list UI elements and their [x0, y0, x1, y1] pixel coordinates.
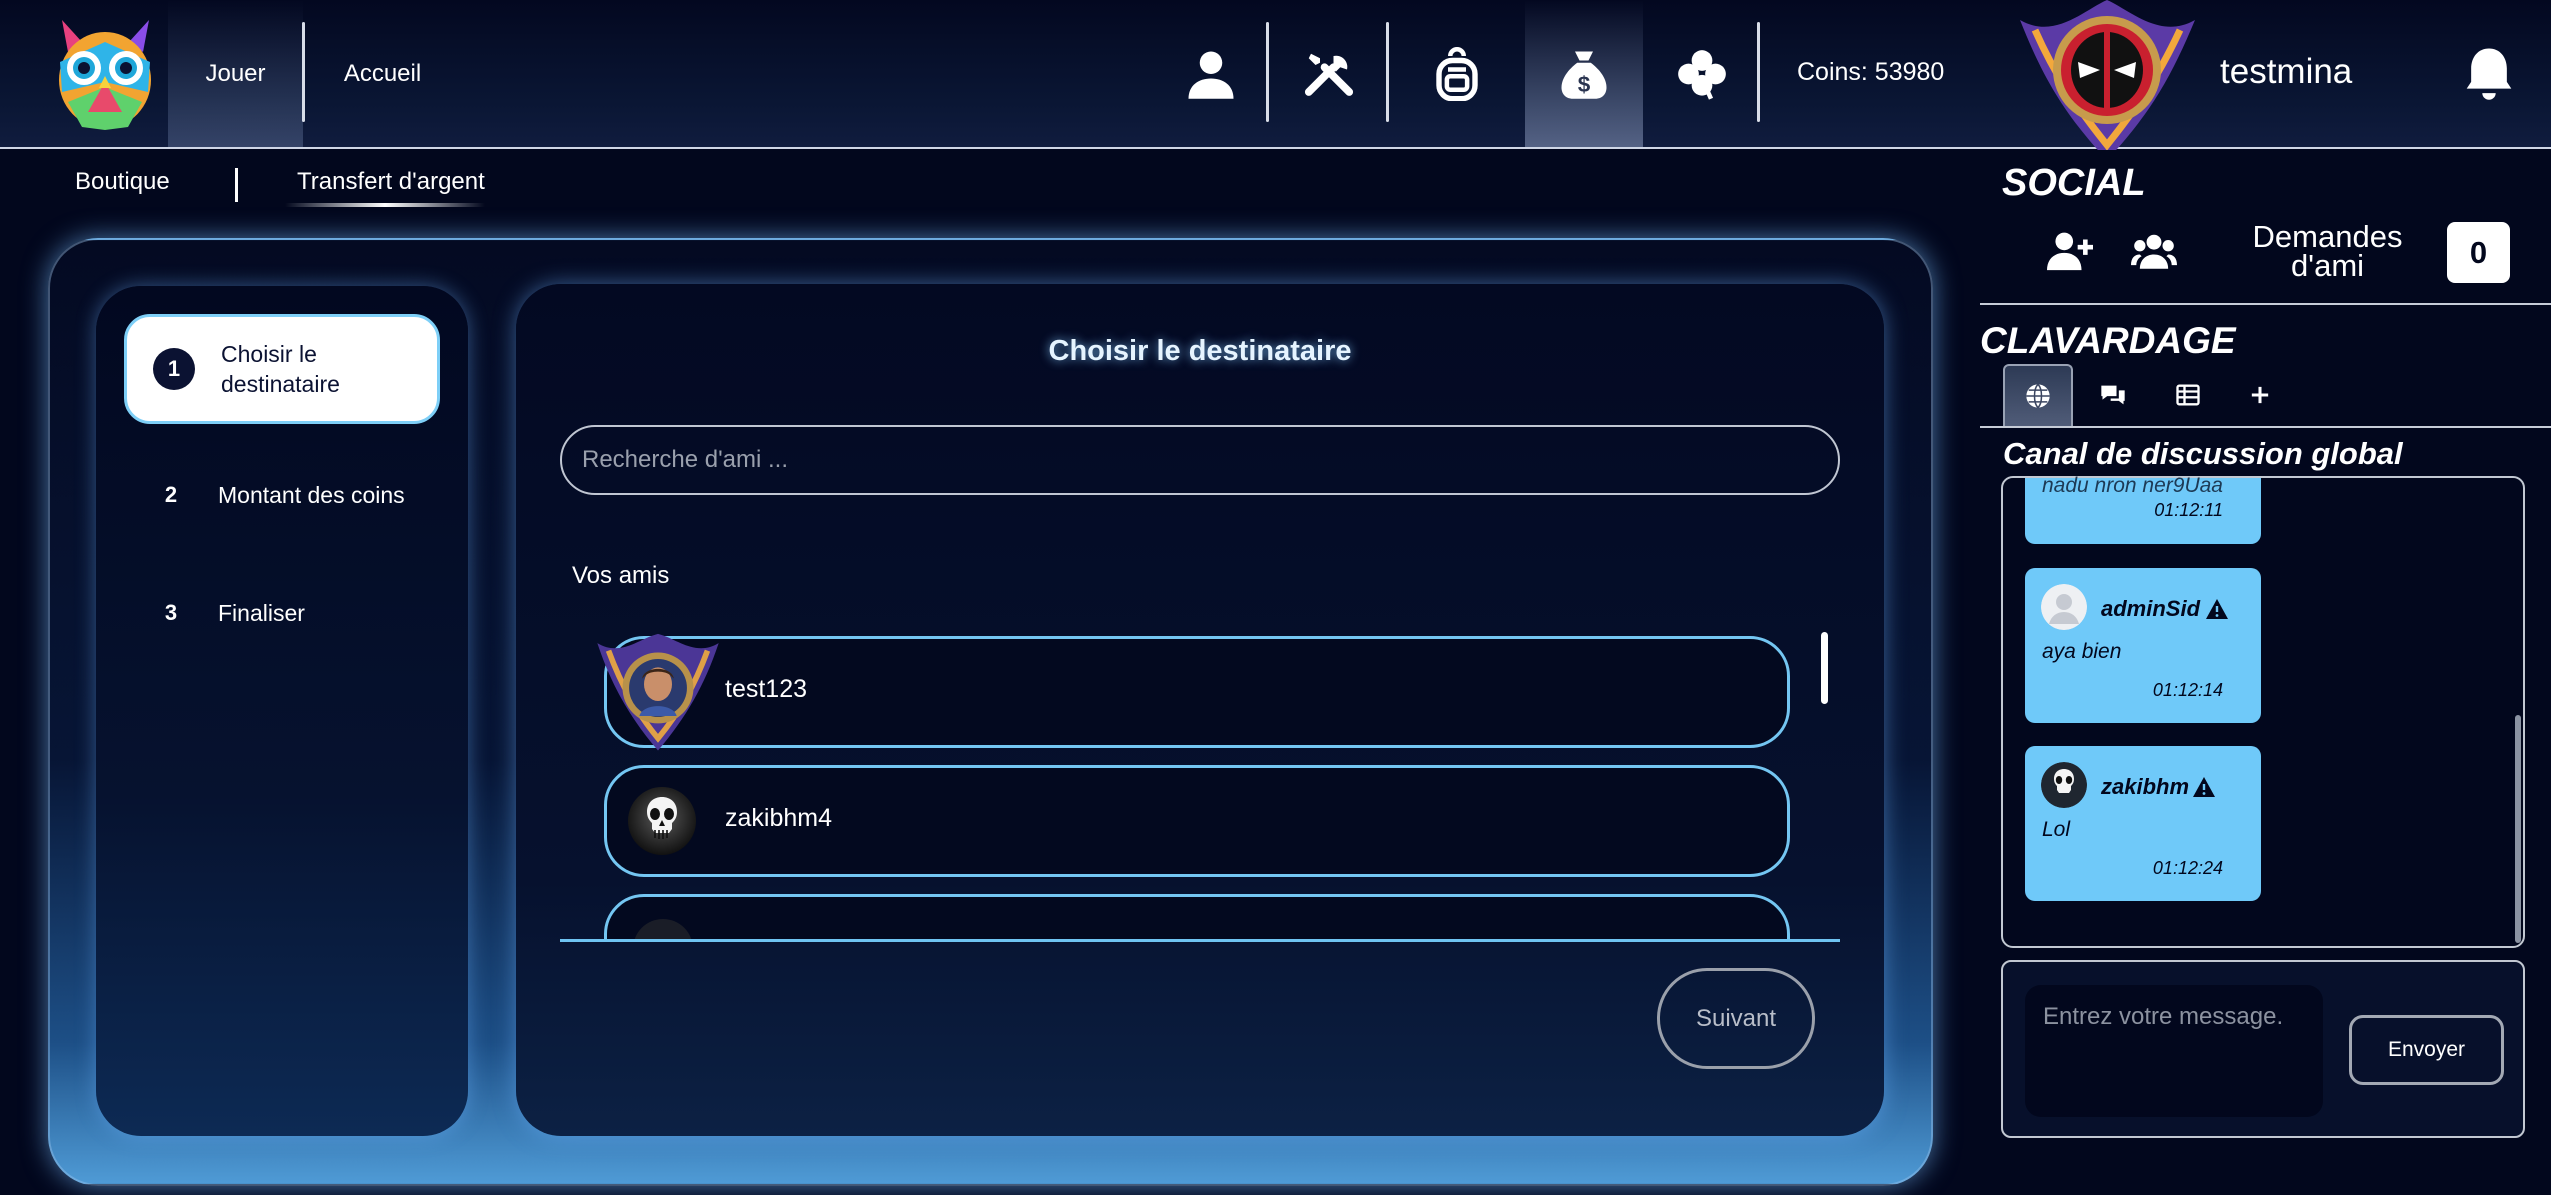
user-icon [1188, 51, 1234, 99]
skull-avatar-icon [628, 787, 696, 855]
default-avatar-icon [2041, 584, 2087, 630]
tab-conversations[interactable] [2078, 364, 2148, 426]
tab-new-channel[interactable] [2225, 364, 2295, 426]
message-time: 01:12:24 [2152, 858, 2223, 878]
message-username[interactable]: zakibhm [2101, 774, 2189, 800]
nav-tab-home-label: Accueil [343, 59, 422, 87]
friend-row[interactable]: test123 [604, 636, 1790, 748]
friend-name: zakibhm4 [725, 804, 832, 832]
step-number: 3 [164, 600, 178, 625]
friend-requests-label[interactable]: Demandes d'ami [2230, 221, 2425, 281]
friends-icon[interactable] [2131, 228, 2177, 274]
friend-requests-count: 0 [2447, 222, 2510, 283]
chat-message: zakibhm Lol 01:12:24 [2025, 746, 2261, 901]
username: testmina [2220, 52, 2353, 91]
panel-title: Choisir le destinataire [1048, 335, 1352, 367]
add-friend-icon[interactable] [2047, 228, 2093, 274]
step-label: Finaliser [218, 600, 305, 626]
friends-label: Vos amis [572, 562, 670, 589]
subnav-transfer[interactable]: Transfert d'argent [297, 168, 485, 196]
coins-balance: Coins: 53980 [1797, 58, 1945, 86]
message-time: 01:12:14 [2152, 680, 2223, 700]
message-input[interactable] [2025, 985, 2323, 1117]
friend-search-input[interactable] [560, 425, 1840, 495]
chat-scrollbar[interactable] [2515, 715, 2521, 943]
nav-tab-home[interactable]: Accueil [320, 0, 445, 147]
tools-icon [1304, 53, 1354, 96]
bell-icon[interactable] [2462, 44, 2516, 102]
divider [1266, 22, 1269, 122]
divider [1386, 22, 1389, 122]
social-title: SOCIAL [2002, 162, 2146, 204]
clover-icon-button[interactable] [1643, 0, 1761, 147]
message-time: 01:12:11 [2154, 500, 2223, 520]
money-bag-icon-button[interactable]: $ [1525, 0, 1643, 147]
top-bar: Jouer Accueil $ Coins: 53980 testmina [0, 0, 2551, 160]
divider [1980, 426, 2551, 428]
user-icon-button[interactable] [1152, 0, 1270, 147]
svg-text:$: $ [1578, 72, 1591, 97]
clover-icon [1678, 49, 1726, 100]
chat-message: adminSid aya bien 01:12:14 [2025, 568, 2261, 723]
message-username[interactable]: adminSid [2101, 596, 2200, 622]
nav-tab-play-label: Jouer [205, 59, 266, 87]
step-number: 2 [164, 482, 178, 507]
chat-message: nadu nron ner9Uaa 01:12:11 [2025, 474, 2261, 544]
step-amount[interactable]: 2 Montant des coins [124, 440, 440, 550]
next-button[interactable]: Suivant [1657, 968, 1815, 1069]
rank-avatar [597, 633, 719, 751]
chat-bubbles-icon [2101, 385, 2125, 405]
message-text: Lol [2042, 818, 2071, 841]
message-text: nadu nron ner9Uaa [2042, 474, 2223, 497]
send-button[interactable]: Envoyer [2349, 1015, 2504, 1085]
message-text: aya bien [2042, 640, 2122, 663]
nav-tab-play[interactable]: Jouer [168, 0, 303, 147]
tools-icon-button[interactable] [1270, 0, 1388, 147]
step-finalize[interactable]: 3 Finaliser [124, 558, 440, 668]
backpack-icon [1436, 46, 1478, 101]
friend-row[interactable]: zakibhm4 [604, 765, 1790, 877]
warning-icon[interactable] [2192, 776, 2216, 798]
list-scrollbar[interactable] [1821, 632, 1828, 704]
friend-row[interactable] [604, 894, 1790, 939]
tab-global-chat[interactable] [2003, 364, 2073, 426]
divider [1980, 303, 2551, 305]
chat-title: CLAVARDAGE [1980, 320, 2236, 361]
step-number: 1 [153, 348, 195, 390]
channel-title: Canal de discussion global [2003, 436, 2403, 471]
plus-icon [2251, 386, 2269, 404]
backpack-icon-button[interactable] [1398, 0, 1516, 147]
skull-avatar-icon [2041, 762, 2087, 808]
step-label: Choisir le destinataire [221, 341, 340, 397]
owl-logo-icon[interactable] [48, 12, 163, 132]
divider [302, 22, 305, 122]
money-bag-icon: $ [1561, 51, 1607, 99]
list-icon [2176, 384, 2200, 406]
warning-icon[interactable] [2205, 598, 2229, 620]
rank-avatar[interactable] [2000, 0, 2215, 165]
tab-channel-list[interactable] [2153, 364, 2223, 426]
step-choose-recipient[interactable]: 1 Choisir le destinataire [124, 314, 440, 424]
globe-icon [2026, 383, 2050, 409]
step-label: Montant des coins [218, 482, 405, 508]
divider [1757, 22, 1760, 122]
friend-list: test123 zakibhm4 [560, 620, 1840, 942]
subnav-shop[interactable]: Boutique [75, 168, 170, 196]
avatar [633, 919, 693, 939]
friend-name: test123 [725, 675, 808, 703]
divider [235, 168, 238, 202]
active-tab-indicator [285, 203, 485, 207]
